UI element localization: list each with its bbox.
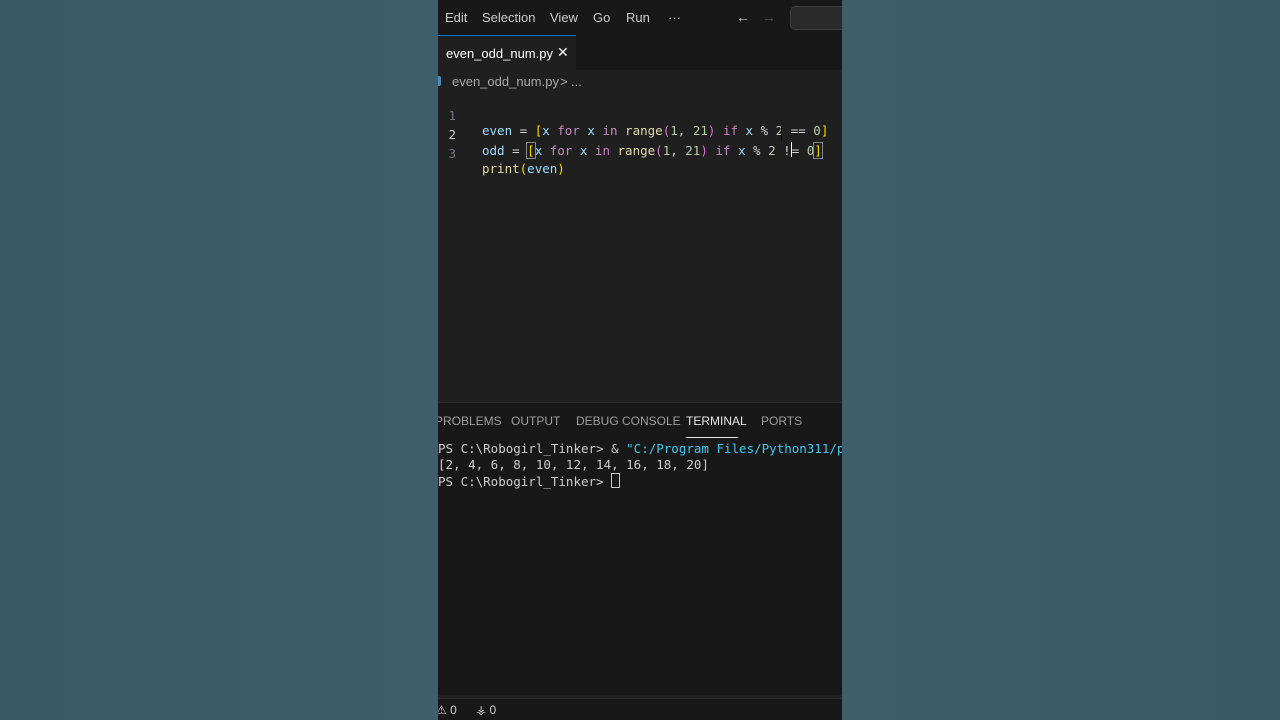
code-text[interactable]: print(even) <box>482 161 565 176</box>
tab-debug-console[interactable]: DEBUG CONSOLE <box>576 414 681 428</box>
command-center-search[interactable] <box>790 6 842 30</box>
menu-run[interactable]: Run <box>626 10 650 25</box>
menu-bar: Edit Selection View Go Run ··· ← → <box>438 0 842 35</box>
bottom-panel: PROBLEMS OUTPUT DEBUG CONSOLE TERMINAL P… <box>438 402 842 695</box>
line-number: 3 <box>448 146 456 161</box>
tab-even-odd-num[interactable]: even_odd_num.py ✕ <box>438 35 576 70</box>
terminal-command-string: "C:/Program Files/Python311/pyt <box>626 441 842 456</box>
terminal-prompt: PS C:\Robogirl_Tinker> & <box>438 441 627 456</box>
tab-output[interactable]: OUTPUT <box>511 414 560 428</box>
menu-go[interactable]: Go <box>593 10 610 25</box>
mouse-ibeam-icon <box>781 127 783 141</box>
terminal-output[interactable]: [2, 4, 6, 8, 10, 12, 14, 16, 18, 20] <box>438 457 842 472</box>
vscode-window: Edit Selection View Go Run ··· ← → even_… <box>438 0 842 720</box>
terminal-line[interactable]: PS C:\Robogirl_Tinker> <box>438 473 842 489</box>
backdrop-left <box>0 0 438 720</box>
close-icon[interactable]: ✕ <box>557 44 569 61</box>
python-file-icon <box>438 76 441 86</box>
tab-ports[interactable]: PORTS <box>761 414 802 428</box>
backdrop-right <box>842 0 1280 720</box>
menu-selection[interactable]: Selection <box>482 10 535 25</box>
breadcrumb-separator: > <box>560 74 568 89</box>
menu-edit[interactable]: Edit <box>445 10 467 25</box>
code-line: 1 even = [x for x in range(1, 21) if x %… <box>438 93 842 138</box>
tab-label: even_odd_num.py <box>446 46 553 61</box>
status-bar: ⚠ 0 ⚶ 0 <box>438 698 842 720</box>
active-tab-indicator <box>686 437 738 438</box>
terminal-cursor <box>611 473 621 488</box>
ports-indicator[interactable]: ⚶ 0 <box>476 703 496 717</box>
broadcast-icon: ⚶ <box>476 703 487 717</box>
warning-icon: ⚠ <box>438 703 447 717</box>
terminal-line[interactable]: PS C:\Robogirl_Tinker> & "C:/Program Fil… <box>438 441 842 456</box>
menu-view[interactable]: View <box>550 10 578 25</box>
more-menu-icon[interactable]: ··· <box>668 10 681 25</box>
back-arrow-icon[interactable]: ← <box>736 9 750 25</box>
tab-terminal[interactable]: TERMINAL <box>686 414 747 428</box>
breadcrumb-file[interactable]: even_odd_num.py <box>452 74 559 89</box>
errors-indicator[interactable]: ⚠ 0 <box>438 703 457 717</box>
breadcrumb-more[interactable]: ... <box>571 74 582 89</box>
forward-arrow-icon[interactable]: → <box>762 9 776 25</box>
terminal-prompt: PS C:\Robogirl_Tinker> <box>438 474 612 489</box>
tab-problems[interactable]: PROBLEMS <box>438 414 502 428</box>
editor-tab-bar: even_odd_num.py ✕ <box>438 35 842 70</box>
